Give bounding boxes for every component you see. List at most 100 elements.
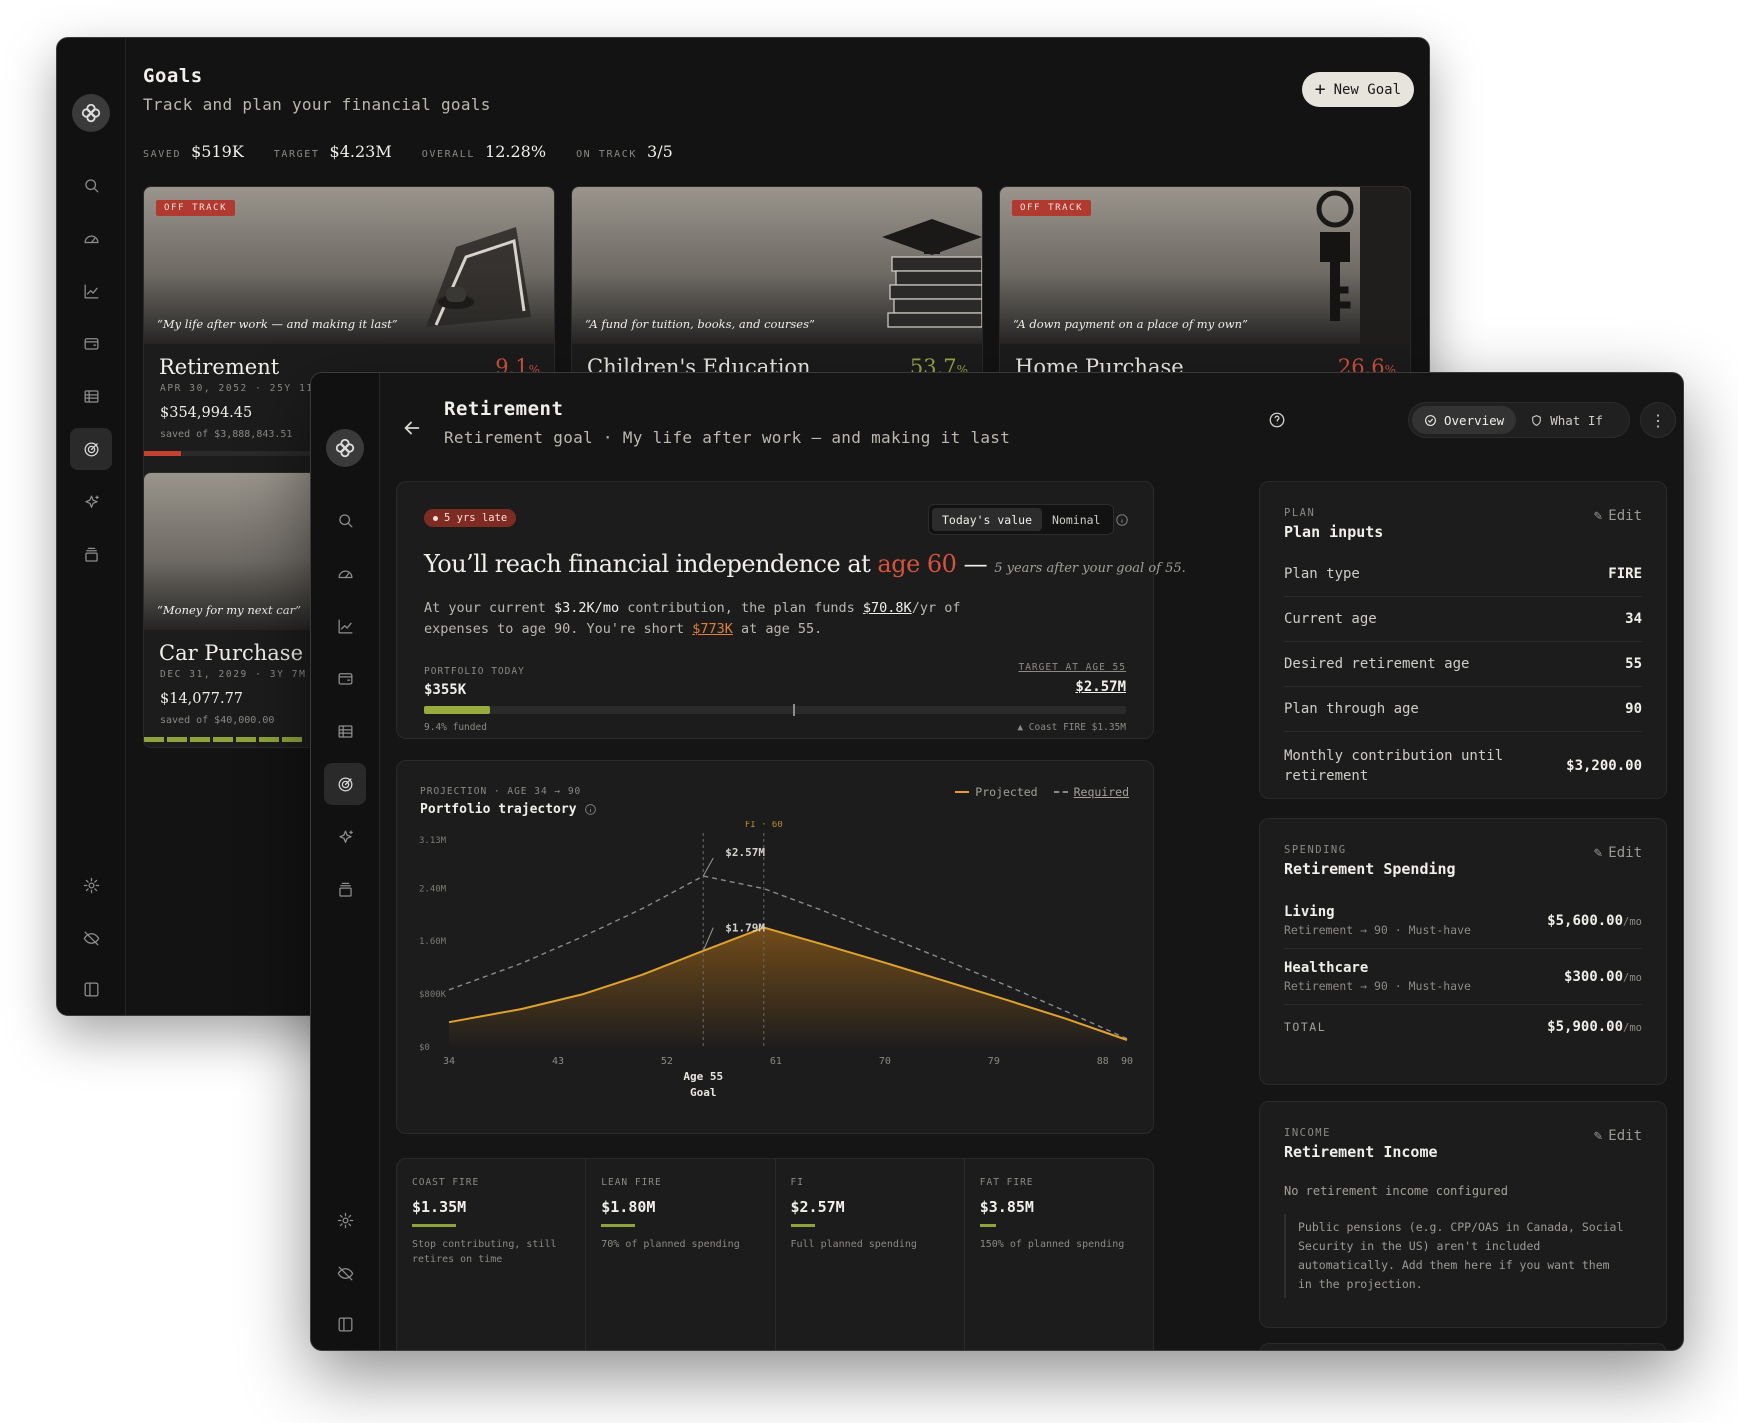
dashboard-gauge-icon[interactable] bbox=[70, 217, 112, 259]
books-illustration bbox=[882, 219, 982, 328]
goals-target-icon[interactable] bbox=[324, 763, 366, 805]
target-label: TARGET AT AGE 55 bbox=[1018, 662, 1126, 673]
y-tick-label: $0 bbox=[419, 1043, 430, 1053]
next-card-edge bbox=[1259, 1343, 1667, 1350]
tab-what-if[interactable]: What If bbox=[1516, 406, 1617, 434]
plan-row: Plan through age 90 bbox=[1284, 687, 1642, 732]
chart-line-icon[interactable] bbox=[70, 270, 112, 312]
stat-saved: SAVED $519K bbox=[143, 142, 244, 161]
portfolio-trajectory-chart: $0 $800K 1.60M 2.40M 3.13M 34 43 52 61 70 79 88 90 FI… bbox=[419, 821, 1133, 1099]
sparkles-icon[interactable] bbox=[70, 481, 112, 523]
spending-item[interactable]: Living Retirement → 90 · Must-have $5,600… bbox=[1284, 893, 1642, 949]
wallet-icon[interactable] bbox=[324, 657, 366, 699]
wallet-icon[interactable] bbox=[70, 322, 112, 364]
status-badge-off-track: OFF TRACK bbox=[1012, 200, 1092, 216]
goal-name: Retirement bbox=[159, 355, 280, 379]
plan-row: Desired retirement age 55 bbox=[1284, 642, 1642, 687]
detail-sidebar bbox=[311, 373, 380, 1350]
spending-list: Living Retirement → 90 · Must-have $5,600… bbox=[1284, 893, 1642, 1049]
y-tick-label: 3.13M bbox=[419, 836, 447, 846]
shortfall-link[interactable]: $773K bbox=[692, 621, 733, 637]
goal-date: APR 30, 2052 · 25Y 11M bbox=[160, 383, 322, 394]
goal-quote: “A down payment on a place of my own” bbox=[1013, 317, 1248, 331]
goal-saved-of: saved of $40,000.00 bbox=[160, 715, 275, 726]
x-tick-label: 43 bbox=[552, 1056, 564, 1067]
y-tick-label: 2.40M bbox=[419, 884, 447, 894]
check-circle-icon bbox=[1425, 414, 1436, 426]
x-tick-label: 52 bbox=[661, 1056, 673, 1067]
app-logo-icon[interactable] bbox=[72, 94, 110, 132]
dashboard-gauge-icon[interactable] bbox=[324, 552, 366, 594]
view-tabs: Overview What If bbox=[1408, 402, 1630, 438]
goal-amount: $354,994.45 bbox=[160, 405, 253, 421]
goals-header: Goals Track and plan your financial goal… bbox=[143, 65, 491, 114]
archive-stack-icon[interactable] bbox=[324, 869, 366, 911]
x-tick-label: 34 bbox=[443, 1056, 455, 1067]
goals-target-icon[interactable] bbox=[70, 428, 112, 470]
status-dot-icon bbox=[433, 515, 438, 521]
transactions-list-icon[interactable] bbox=[70, 375, 112, 417]
settings-gear-icon[interactable] bbox=[70, 864, 112, 906]
income-note: Public pensions (e.g. CPP/OAS in Canada,… bbox=[1284, 1214, 1642, 1298]
app-logo-icon[interactable] bbox=[326, 429, 364, 467]
tab-overview[interactable]: Overview bbox=[1412, 406, 1517, 434]
goal-marker-sublabel: Goal bbox=[690, 1086, 717, 1099]
portfolio-label: PORTFOLIO TODAY bbox=[424, 666, 525, 677]
x-tick-label: 79 bbox=[988, 1056, 1000, 1067]
spending-item[interactable]: Healthcare Retirement → 90 · Must-have $3… bbox=[1284, 949, 1642, 1005]
goal-marker-label: Age 55 bbox=[683, 1070, 723, 1083]
pencil-icon: ✎ bbox=[1593, 845, 1603, 861]
help-icon[interactable] bbox=[1268, 411, 1286, 433]
retirement-window: Retirement Retirement goal · My life aft… bbox=[310, 372, 1684, 1351]
tile-fat-fire: FAT FIRE $3.85M 150% of planned spending bbox=[979, 1177, 1125, 1250]
income-kicker: INCOME bbox=[1284, 1127, 1331, 1139]
toggle-nominal[interactable]: Nominal bbox=[1042, 508, 1110, 531]
goal-progress-fill bbox=[144, 451, 182, 456]
info-icon[interactable] bbox=[1115, 512, 1129, 531]
search-icon[interactable] bbox=[70, 164, 112, 206]
page-subtitle: Track and plan your financial goals bbox=[143, 95, 491, 114]
fi-explanation: At your current $3.2K/mo contribution, t… bbox=[424, 600, 961, 637]
privacy-hidden-icon[interactable] bbox=[70, 917, 112, 959]
x-tick-label: 90 bbox=[1121, 1056, 1133, 1067]
sidebar-toggle-icon[interactable] bbox=[70, 968, 112, 1010]
new-goal-button[interactable]: + New Goal bbox=[1301, 72, 1414, 107]
new-goal-label: New Goal bbox=[1333, 81, 1401, 98]
tile-fi: FI $2.57M Full planned spending bbox=[776, 1159, 965, 1350]
stat-overall: OVERALL 12.28% bbox=[421, 142, 547, 161]
funded-progress-fill bbox=[424, 706, 490, 714]
chart-legend: Projected Required bbox=[955, 785, 1129, 799]
spending-kicker: SPENDING bbox=[1284, 844, 1347, 856]
privacy-hidden-icon[interactable] bbox=[324, 1252, 366, 1294]
settings-gear-icon[interactable] bbox=[324, 1199, 366, 1241]
chart-line-icon[interactable] bbox=[324, 605, 366, 647]
target-value: $2.57M bbox=[1075, 679, 1126, 695]
projection-title: Portfolio trajectory bbox=[420, 802, 597, 817]
goals-sidebar bbox=[57, 38, 126, 1015]
shield-icon bbox=[1532, 414, 1542, 426]
plan-row: Current age 34 bbox=[1284, 597, 1642, 642]
edit-spending-button[interactable]: ✎ Edit bbox=[1594, 845, 1642, 861]
toggle-todays-value[interactable]: Today's value bbox=[932, 508, 1043, 531]
sparkles-icon[interactable] bbox=[324, 816, 366, 858]
transactions-list-icon[interactable] bbox=[324, 710, 366, 752]
page-subtitle: Retirement goal · My life after work — a… bbox=[444, 428, 1011, 447]
edit-plan-button[interactable]: ✎ Edit bbox=[1594, 508, 1642, 524]
tile-lean-fire: LEAN FIRE $1.80M 70% of planned spending bbox=[586, 1159, 776, 1350]
info-icon bbox=[584, 804, 596, 815]
goal-quote: “My life after work — and making it last… bbox=[157, 317, 398, 331]
fi-marker-label: FI · 60 bbox=[745, 821, 783, 830]
more-options-icon[interactable]: ⋮ bbox=[1640, 402, 1676, 438]
portfolio-value: $355K bbox=[424, 682, 467, 698]
plan-row: Plan type FIRE bbox=[1284, 552, 1642, 597]
search-icon[interactable] bbox=[324, 499, 366, 541]
back-arrow-icon[interactable] bbox=[401, 417, 423, 439]
funded-progress-track bbox=[424, 704, 1126, 716]
coast-fire-marker bbox=[792, 704, 795, 716]
archive-stack-icon[interactable] bbox=[70, 534, 112, 576]
sidebar-toggle-icon[interactable] bbox=[324, 1303, 366, 1345]
required-callout-leader bbox=[702, 857, 714, 877]
x-tick-label: 61 bbox=[770, 1056, 782, 1067]
edit-income-button[interactable]: ✎ Edit bbox=[1594, 1128, 1642, 1144]
goal-quote: “Money for my next car” bbox=[157, 603, 301, 617]
